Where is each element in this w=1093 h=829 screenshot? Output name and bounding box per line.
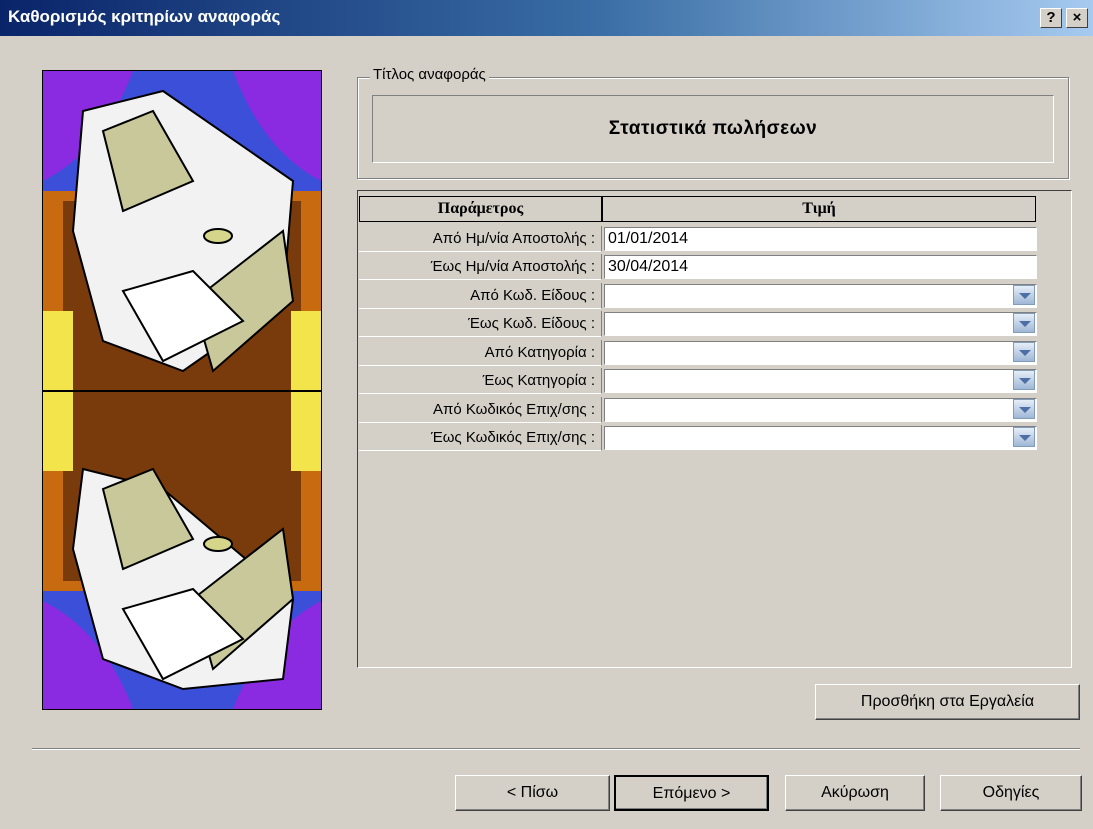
close-icon[interactable]: × [1066, 8, 1088, 28]
value-field[interactable] [604, 369, 1037, 393]
next-button[interactable]: Επόμενο > [614, 775, 769, 811]
param-label: Από Ημ/νία Αποστολής : [359, 226, 602, 252]
param-label: Από Κωδ. Είδους : [359, 283, 602, 309]
value-field[interactable]: 30/04/2014 [604, 255, 1037, 279]
dropdown-arrow-icon[interactable] [1013, 370, 1035, 390]
header-value: Τιμή [602, 196, 1036, 222]
cancel-button[interactable]: Ακύρωση [785, 775, 925, 811]
add-to-tools-button[interactable]: Προσθήκη στα Εργαλεία [815, 684, 1080, 720]
value-field[interactable] [604, 312, 1037, 336]
table-row: Έως Κωδ. Είδους : [359, 311, 1039, 338]
param-label: Έως Κωδ. Είδους : [359, 311, 602, 337]
dropdown-arrow-icon[interactable] [1013, 342, 1035, 362]
help-button[interactable]: Οδηγίες [940, 775, 1082, 811]
back-button[interactable]: < Πίσω [455, 775, 610, 811]
table-row: Από Ημ/νία Αποστολής : 01/01/2014 [359, 226, 1039, 253]
divider [32, 748, 1080, 750]
value-field[interactable] [604, 341, 1037, 365]
dropdown-arrow-icon[interactable] [1013, 399, 1035, 419]
value-field[interactable] [604, 398, 1037, 422]
param-label: Από Κωδικός Επιχ/σης : [359, 397, 602, 423]
header-param: Παράμετρος [359, 196, 602, 222]
param-label: Έως Κατηγορία : [359, 368, 602, 394]
title-bar: Καθορισμός κριτηρίων αναφοράς ? × [0, 0, 1093, 36]
window-title: Καθορισμός κριτηρίων αναφοράς [8, 7, 281, 26]
value-field[interactable]: 01/01/2014 [604, 227, 1037, 251]
param-label: Έως Ημ/νία Αποστολής : [359, 254, 602, 280]
table-row: Από Κατηγορία : [359, 340, 1039, 367]
param-label: Από Κατηγορία : [359, 340, 602, 366]
table-row: Έως Κωδικός Επιχ/σης : [359, 425, 1039, 452]
table-row: Από Κωδικός Επιχ/σης : [359, 397, 1039, 424]
param-label: Έως Κωδικός Επιχ/σης : [359, 425, 602, 451]
help-icon[interactable]: ? [1040, 8, 1062, 28]
dropdown-arrow-icon[interactable] [1013, 285, 1035, 305]
printer-illustration-icon [43, 71, 321, 709]
table-row: Έως Κατηγορία : [359, 368, 1039, 395]
value-field[interactable] [604, 426, 1037, 450]
table-row: Από Κωδ. Είδους : [359, 283, 1039, 310]
dropdown-arrow-icon[interactable] [1013, 427, 1035, 447]
wizard-illustration [42, 70, 322, 710]
report-title: Στατιστικά πωλήσεων [608, 118, 818, 139]
table-row: Έως Ημ/νία Αποστολής : 30/04/2014 [359, 254, 1039, 281]
value-field[interactable] [604, 284, 1037, 308]
dropdown-arrow-icon[interactable] [1013, 313, 1035, 333]
report-title-label: Τίτλος αναφοράς [370, 66, 489, 83]
